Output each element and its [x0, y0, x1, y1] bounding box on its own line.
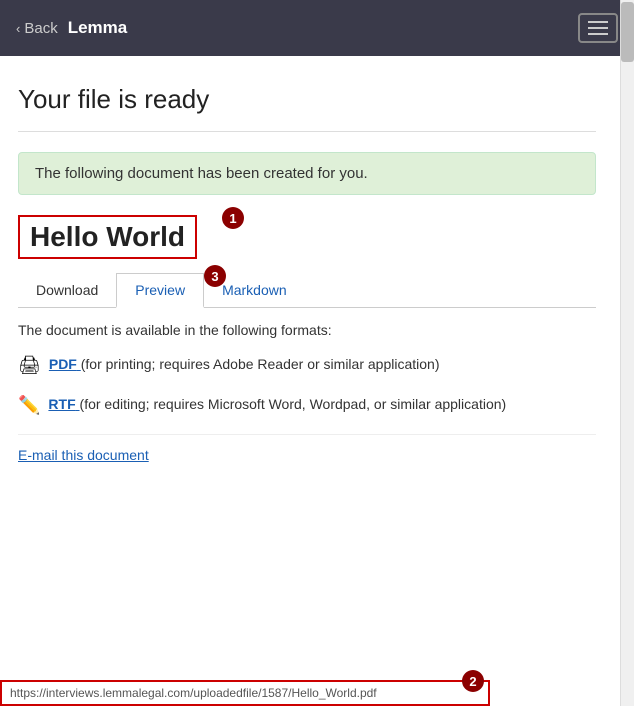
tabs-row: Download Preview Markdown 3	[18, 273, 596, 308]
page-title: Your file is ready	[18, 84, 596, 115]
rtf-link[interactable]: RTF	[48, 396, 79, 412]
back-button[interactable]: ‹ Back	[16, 20, 58, 37]
scrollbar-thumb[interactable]	[621, 2, 634, 62]
doc-title-row: Hello World 1	[18, 215, 596, 259]
pdf-icon: 🖨	[18, 355, 41, 376]
hamburger-line-1	[588, 21, 608, 23]
rtf-icon: ✏️	[18, 395, 40, 416]
badge-3: 3	[204, 265, 226, 287]
email-link[interactable]: E-mail this document	[18, 447, 149, 463]
scrollbar[interactable]	[620, 0, 634, 706]
app-title: Lemma	[68, 18, 128, 38]
format-row-rtf: ✏️ RTF (for editing; requires Microsoft …	[18, 394, 596, 416]
back-label: Back	[24, 20, 57, 37]
url-bar: https://interviews.lemmalegal.com/upload…	[0, 680, 490, 706]
hamburger-line-2	[588, 27, 608, 29]
tab-preview[interactable]: Preview	[116, 273, 204, 308]
success-message: The following document has been created …	[35, 165, 368, 182]
badge-1: 1	[222, 207, 244, 229]
pdf-text: PDF (for printing; requires Adobe Reader…	[49, 354, 440, 375]
badge-2: 2	[462, 670, 484, 692]
hamburger-line-3	[588, 33, 608, 35]
rtf-text: RTF (for editing; requires Microsoft Wor…	[48, 394, 506, 415]
main-content: Your file is ready The following documen…	[0, 56, 620, 492]
divider	[18, 131, 596, 132]
email-section: E-mail this document	[18, 434, 596, 476]
header-left: ‹ Back Lemma	[16, 18, 127, 38]
success-banner: The following document has been created …	[18, 152, 596, 195]
app-header: ‹ Back Lemma	[0, 0, 634, 56]
back-chevron-icon: ‹	[16, 21, 20, 36]
formats-intro: The document is available in the followi…	[18, 322, 596, 338]
doc-title-box: Hello World	[18, 215, 197, 259]
hamburger-button[interactable]	[578, 13, 618, 43]
pdf-link[interactable]: PDF	[49, 356, 81, 372]
format-row-pdf: 🖨 PDF (for printing; requires Adobe Read…	[18, 354, 596, 376]
tab-download[interactable]: Download	[18, 274, 116, 306]
doc-title: Hello World	[30, 221, 185, 252]
